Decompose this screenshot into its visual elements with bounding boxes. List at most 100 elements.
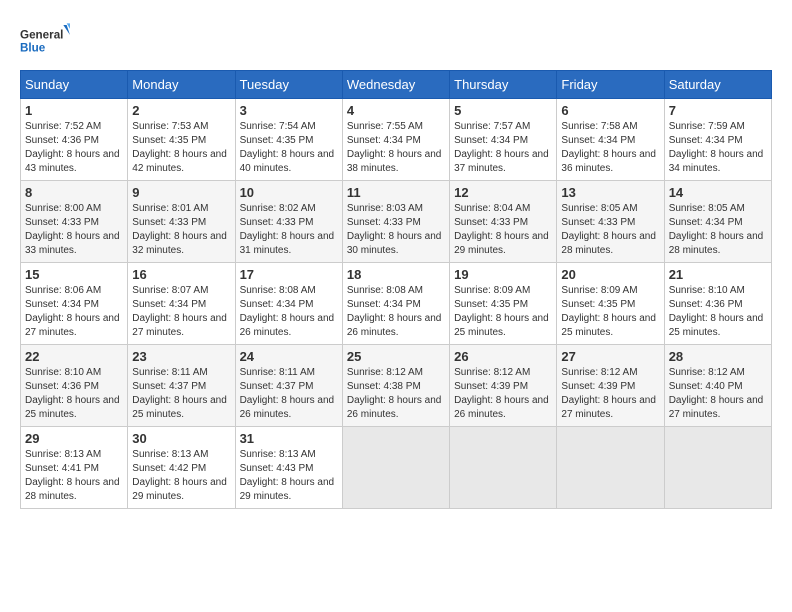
calendar-cell: 18 Sunrise: 8:08 AMSunset: 4:34 PMDayligh… [342,263,449,345]
calendar-cell: 17Sunrise: 8:08 AMSunset: 4:34 PMDayligh… [235,263,342,345]
calendar-header-row: SundayMondayTuesdayWednesdayThursdayFrid… [21,71,772,99]
day-info: Sunrise: 7:53 AMSunset: 4:35 PMDaylight:… [132,120,230,176]
day-info: Sunrise: 7:54 AMSunset: 4:35 PMDaylight:… [240,120,338,176]
day-number: 12 [454,185,552,200]
day-info: Sunrise: 8:13 AMSunset: 4:42 PMDaylight:… [132,448,230,504]
day-header-sunday: Sunday [21,71,128,99]
day-header-tuesday: Tuesday [235,71,342,99]
day-number: 31 [240,431,338,446]
day-info: Sunrise: 8:10 AMSunset: 4:36 PMDaylight:… [669,284,767,340]
day-number: 21 [669,267,767,282]
calendar-week-row: 29 Sunrise: 8:13 AMSunset: 4:41 PMDayligh… [21,427,772,509]
calendar-cell [557,427,664,509]
day-info: Sunrise: 8:12 AMSunset: 4:39 PMDaylight:… [561,366,659,422]
day-info: Sunrise: 8:12 AMSunset: 4:39 PMDaylight:… [454,366,552,422]
day-header-wednesday: Wednesday [342,71,449,99]
header: General Blue [20,20,772,60]
svg-text:Blue: Blue [20,42,46,55]
calendar-cell: 6Sunrise: 7:58 AMSunset: 4:34 PMDaylight… [557,99,664,181]
logo-svg: General Blue [20,20,70,60]
day-info: Sunrise: 8:13 AMSunset: 4:43 PMDaylight:… [240,448,338,504]
calendar-week-row: 8Sunrise: 8:00 AMSunset: 4:33 PMDaylight… [21,181,772,263]
day-number: 28 [669,349,767,364]
day-info: Sunrise: 8:12 AMSunset: 4:40 PMDaylight:… [669,366,767,422]
calendar-cell: 31 Sunrise: 8:13 AMSunset: 4:43 PMDayligh… [235,427,342,509]
calendar-cell: 16Sunrise: 8:07 AMSunset: 4:34 PMDayligh… [128,263,235,345]
day-info: Sunrise: 8:11 AMSunset: 4:37 PMDaylight:… [240,366,338,422]
day-info: Sunrise: 8:12 AMSunset: 4:38 PMDaylight:… [347,366,445,422]
calendar-cell: 29 Sunrise: 8:13 AMSunset: 4:41 PMDayligh… [21,427,128,509]
day-info: Sunrise: 7:52 AMSunset: 4:36 PMDaylight:… [25,120,123,176]
day-info: Sunrise: 8:05 AMSunset: 4:34 PMDaylight:… [669,202,767,258]
calendar-cell: 20 Sunrise: 8:09 AMSunset: 4:35 PMDayligh… [557,263,664,345]
calendar-cell: 8Sunrise: 8:00 AMSunset: 4:33 PMDaylight… [21,181,128,263]
day-number: 18 [347,267,445,282]
day-info: Sunrise: 8:05 AMSunset: 4:33 PMDaylight:… [561,202,659,258]
calendar-cell: 10Sunrise: 8:02 AMSunset: 4:33 PMDayligh… [235,181,342,263]
day-number: 4 [347,103,445,118]
calendar-cell [450,427,557,509]
calendar-cell: 15 Sunrise: 8:06 AMSunset: 4:34 PMDayligh… [21,263,128,345]
day-number: 23 [132,349,230,364]
day-info: Sunrise: 8:06 AMSunset: 4:34 PMDaylight:… [25,284,123,340]
day-header-saturday: Saturday [664,71,771,99]
day-number: 29 [25,431,123,446]
day-number: 15 [25,267,123,282]
calendar-cell: 3 Sunrise: 7:54 AMSunset: 4:35 PMDaylight… [235,99,342,181]
calendar-cell: 26 Sunrise: 8:12 AMSunset: 4:39 PMDayligh… [450,345,557,427]
day-number: 26 [454,349,552,364]
day-number: 17 [240,267,338,282]
day-info: Sunrise: 8:02 AMSunset: 4:33 PMDaylight:… [240,202,338,258]
svg-text:General: General [20,28,63,41]
calendar-cell: 1 Sunrise: 7:52 AMSunset: 4:36 PMDaylight… [21,99,128,181]
day-info: Sunrise: 8:04 AMSunset: 4:33 PMDaylight:… [454,202,552,258]
day-number: 6 [561,103,659,118]
calendar-cell: 25 Sunrise: 8:12 AMSunset: 4:38 PMDayligh… [342,345,449,427]
day-number: 25 [347,349,445,364]
calendar-week-row: 15 Sunrise: 8:06 AMSunset: 4:34 PMDayligh… [21,263,772,345]
day-info: Sunrise: 7:59 AMSunset: 4:34 PMDaylight:… [669,120,767,176]
calendar-cell: 23 Sunrise: 8:11 AMSunset: 4:37 PMDayligh… [128,345,235,427]
calendar-cell: 24 Sunrise: 8:11 AMSunset: 4:37 PMDayligh… [235,345,342,427]
calendar-cell: 4Sunrise: 7:55 AMSunset: 4:34 PMDaylight… [342,99,449,181]
calendar-week-row: 1 Sunrise: 7:52 AMSunset: 4:36 PMDaylight… [21,99,772,181]
day-number: 13 [561,185,659,200]
day-number: 8 [25,185,123,200]
calendar-cell: 5 Sunrise: 7:57 AMSunset: 4:34 PMDaylight… [450,99,557,181]
day-number: 1 [25,103,123,118]
logo: General Blue [20,20,70,60]
day-number: 5 [454,103,552,118]
calendar-cell: 2 Sunrise: 7:53 AMSunset: 4:35 PMDaylight… [128,99,235,181]
day-number: 20 [561,267,659,282]
day-number: 11 [347,185,445,200]
day-header-monday: Monday [128,71,235,99]
day-number: 24 [240,349,338,364]
calendar-cell: 12 Sunrise: 8:04 AMSunset: 4:33 PMDayligh… [450,181,557,263]
day-number: 3 [240,103,338,118]
day-number: 16 [132,267,230,282]
day-number: 30 [132,431,230,446]
calendar-cell [664,427,771,509]
day-info: Sunrise: 8:01 AMSunset: 4:33 PMDaylight:… [132,202,230,258]
day-number: 2 [132,103,230,118]
calendar-cell: 13 Sunrise: 8:05 AMSunset: 4:33 PMDayligh… [557,181,664,263]
day-info: Sunrise: 8:10 AMSunset: 4:36 PMDaylight:… [25,366,123,422]
calendar-cell: 28 Sunrise: 8:12 AMSunset: 4:40 PMDayligh… [664,345,771,427]
calendar-week-row: 22 Sunrise: 8:10 AMSunset: 4:36 PMDayligh… [21,345,772,427]
day-info: Sunrise: 8:09 AMSunset: 4:35 PMDaylight:… [561,284,659,340]
day-info: Sunrise: 8:03 AMSunset: 4:33 PMDaylight:… [347,202,445,258]
calendar-cell: 27 Sunrise: 8:12 AMSunset: 4:39 PMDayligh… [557,345,664,427]
day-info: Sunrise: 8:09 AMSunset: 4:35 PMDaylight:… [454,284,552,340]
day-info: Sunrise: 8:08 AMSunset: 4:34 PMDaylight:… [347,284,445,340]
day-number: 27 [561,349,659,364]
day-number: 7 [669,103,767,118]
day-info: Sunrise: 8:11 AMSunset: 4:37 PMDaylight:… [132,366,230,422]
day-number: 19 [454,267,552,282]
calendar-cell: 30 Sunrise: 8:13 AMSunset: 4:42 PMDayligh… [128,427,235,509]
day-info: Sunrise: 8:13 AMSunset: 4:41 PMDaylight:… [25,448,123,504]
calendar-cell: 11 Sunrise: 8:03 AMSunset: 4:33 PMDayligh… [342,181,449,263]
day-number: 22 [25,349,123,364]
day-info: Sunrise: 7:57 AMSunset: 4:34 PMDaylight:… [454,120,552,176]
calendar-cell: 7 Sunrise: 7:59 AMSunset: 4:34 PMDaylight… [664,99,771,181]
calendar-cell: 22 Sunrise: 8:10 AMSunset: 4:36 PMDayligh… [21,345,128,427]
